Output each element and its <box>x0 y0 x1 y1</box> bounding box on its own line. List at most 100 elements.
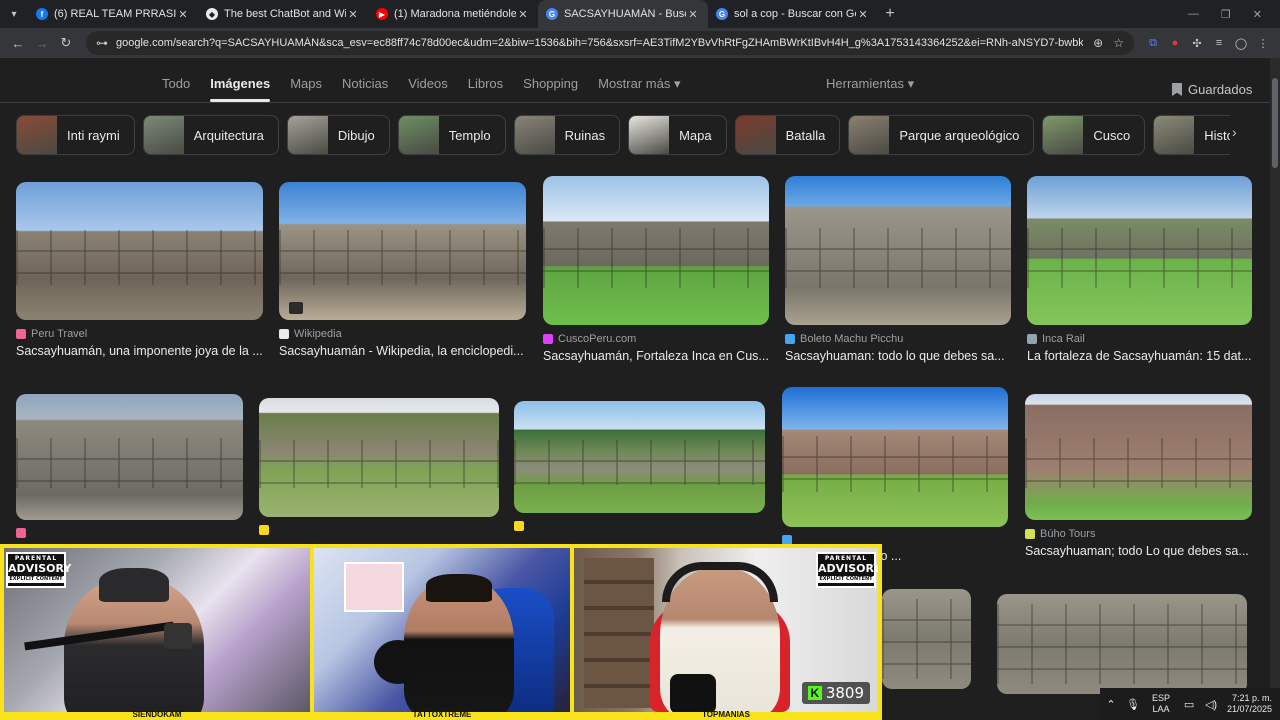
network-icon[interactable]: ▭ <box>1178 698 1200 711</box>
result-thumbnail[interactable] <box>259 398 499 517</box>
image-result[interactable]: Búho Tours Sacsayhuaman; todo Lo que debe… <box>1025 394 1252 558</box>
image-result[interactable]: Wikipedia Sacsayhuamán - Wikipedia, la en… <box>279 182 526 358</box>
search-nav-item[interactable]: Imágenes <box>210 76 270 102</box>
image-result[interactable]: CuscoPeru.com Sacsayhuamán, Fortaleza Inc… <box>543 176 769 363</box>
webcam-2 <box>314 548 570 712</box>
result-thumbnail[interactable] <box>782 387 1008 527</box>
result-thumbnail[interactable] <box>543 176 769 325</box>
profile-icon[interactable]: ◯ <box>1230 37 1252 50</box>
result-title[interactable]: La fortaleza de Sacsayhuamán: 15 dat... <box>1027 349 1252 363</box>
close-tab-icon[interactable]: ✕ <box>346 8 360 21</box>
zoom-icon[interactable]: ⊕ <box>1093 36 1103 50</box>
result-source[interactable]: Búho Tours <box>1025 528 1252 540</box>
filter-chip[interactable]: Ruinas <box>513 115 621 155</box>
result-title[interactable]: Sacsayhuamán - Wikipedia, la enciclopedi… <box>279 344 526 358</box>
result-source[interactable]: Inca Rail <box>1027 333 1252 345</box>
result-source[interactable] <box>259 525 499 535</box>
chip-thumbnail <box>143 116 184 154</box>
result-thumbnail[interactable] <box>882 589 971 689</box>
filter-chip[interactable]: Templo <box>397 115 506 155</box>
chips-next-icon[interactable]: › <box>1232 124 1237 140</box>
close-tab-icon[interactable]: ✕ <box>176 8 190 21</box>
filter-chip[interactable]: Batalla <box>734 115 841 155</box>
result-source[interactable]: Boleto Machu Picchu <box>785 333 1011 345</box>
result-title[interactable]: Sacsayhuamán, una imponente joya de la .… <box>16 344 263 358</box>
reading-list-icon[interactable]: ≡ <box>1208 37 1230 49</box>
reload-icon[interactable]: ↻ <box>54 35 78 51</box>
volume-icon[interactable]: ◁) <box>1200 698 1222 711</box>
result-source[interactable]: Peru Travel <box>16 328 263 340</box>
tools-dropdown[interactable]: Herramientas ▾ <box>826 76 914 92</box>
result-thumbnail[interactable] <box>785 176 1011 325</box>
browser-tab[interactable]: ◆ The best ChatBot and Widgets✕ <box>198 0 368 28</box>
search-nav-item[interactable]: Shopping <box>523 76 578 102</box>
extensions-icon[interactable]: ✣ <box>1186 37 1208 50</box>
search-nav-item[interactable]: Maps <box>290 76 322 102</box>
search-nav-item[interactable]: Todo <box>162 76 190 102</box>
search-nav-item[interactable]: Mostrar más ▾ <box>598 76 680 102</box>
hair-shape <box>426 574 492 602</box>
result-thumbnail[interactable] <box>279 182 526 320</box>
image-result[interactable] <box>259 398 499 539</box>
result-thumbnail[interactable] <box>997 594 1247 694</box>
minimize-icon[interactable]: — <box>1188 8 1199 21</box>
close-tab-icon[interactable]: ✕ <box>686 8 700 21</box>
clock[interactable]: 7:21 p. m. 21/07/2025 <box>1227 693 1272 716</box>
scrollbar-thumb[interactable] <box>1272 78 1278 168</box>
filter-chip[interactable]: Inti raymi <box>16 115 135 155</box>
result-title[interactable]: Sacsayhuaman; todo Lo que debes sa... <box>1025 544 1252 558</box>
site-info-icon[interactable]: ⊶ <box>96 36 108 50</box>
result-source[interactable] <box>16 528 243 538</box>
search-nav-item[interactable]: Noticias <box>342 76 388 102</box>
filter-chip[interactable]: Parque arqueológico <box>848 115 1035 155</box>
image-result[interactable] <box>16 394 243 542</box>
result-source[interactable] <box>514 521 765 531</box>
browser-tab[interactable]: ▶ (1) Maradona metiéndole un g✕ <box>368 0 538 28</box>
filter-chip[interactable]: Historia <box>1153 115 1230 155</box>
image-result[interactable]: Boleto Machu Picchu Sacsayhuaman: todo lo… <box>785 176 1011 363</box>
filter-chip[interactable]: Cusco <box>1042 115 1146 155</box>
close-tab-icon[interactable]: ✕ <box>516 8 530 21</box>
image-result[interactable] <box>882 589 971 689</box>
input-language[interactable]: ESP LAA <box>1152 693 1170 715</box>
translate-extension-icon[interactable]: ⧉ <box>1142 37 1164 50</box>
close-tab-icon[interactable]: ✕ <box>856 8 870 21</box>
bookmark-star-icon[interactable]: ☆ <box>1113 36 1124 50</box>
forward-icon[interactable]: → <box>30 36 54 51</box>
saved-link[interactable]: Guardados <box>1172 82 1252 97</box>
image-result[interactable] <box>997 594 1247 694</box>
restore-icon[interactable]: ❐ <box>1221 8 1231 21</box>
browser-tab[interactable]: f (6) REAL TEAM PRRASI | Facebo✕ <box>28 0 198 28</box>
back-icon[interactable]: ← <box>6 36 30 51</box>
browser-tab[interactable]: Gsol a cop - Buscar con Google✕ <box>708 0 878 28</box>
result-title[interactable]: Sacsayhuamán, Fortaleza Inca en Cus... <box>543 349 769 363</box>
result-thumbnail[interactable] <box>16 394 243 520</box>
search-nav-item[interactable]: Libros <box>468 76 503 102</box>
image-result[interactable] <box>514 401 765 535</box>
result-thumbnail[interactable] <box>1025 394 1252 520</box>
image-result[interactable]: Peru Travel Sacsayhuamán, una imponente j… <box>16 182 263 358</box>
page-scrollbar[interactable] <box>1270 58 1280 720</box>
filter-chip[interactable]: Mapa <box>628 115 727 155</box>
filter-chip[interactable]: Arquitectura <box>142 115 279 155</box>
search-nav-item[interactable]: Videos <box>408 76 448 102</box>
new-tab-button[interactable]: + <box>878 5 902 23</box>
result-thumbnail[interactable] <box>1027 176 1252 325</box>
microphone-icon[interactable]: 🎙 <box>1122 698 1144 711</box>
browser-tab[interactable]: G SACSAYHUAMÁN - Buscar con✕ <box>538 0 708 28</box>
result-source[interactable]: Wikipedia <box>279 328 526 340</box>
record-extension-icon[interactable]: ● <box>1164 37 1186 49</box>
image-result[interactable]: Inca Rail La fortaleza de Sacsayhuamán: 1… <box>1027 176 1252 363</box>
result-source[interactable]: CuscoPeru.com <box>543 333 769 345</box>
image-result[interactable]: ayhuaman: Todo lo ... <box>782 387 1008 563</box>
browser-menu-icon[interactable]: ⋮ <box>1252 37 1274 50</box>
result-title[interactable]: Sacsayhuaman: todo lo que debes sa... <box>785 349 1011 363</box>
show-hidden-icons[interactable]: ⌃ <box>1100 698 1122 711</box>
result-thumbnail[interactable] <box>514 401 765 513</box>
chip-thumbnail <box>1043 116 1084 154</box>
close-window-icon[interactable]: ✕ <box>1253 8 1262 21</box>
tab-search-icon[interactable]: ▾ <box>0 0 28 28</box>
filter-chip[interactable]: Dibujo <box>286 115 390 155</box>
address-bar[interactable]: ⊶ google.com/search?q=SACSAYHUAMÁN&sca_e… <box>86 31 1134 55</box>
result-thumbnail[interactable] <box>16 182 263 320</box>
